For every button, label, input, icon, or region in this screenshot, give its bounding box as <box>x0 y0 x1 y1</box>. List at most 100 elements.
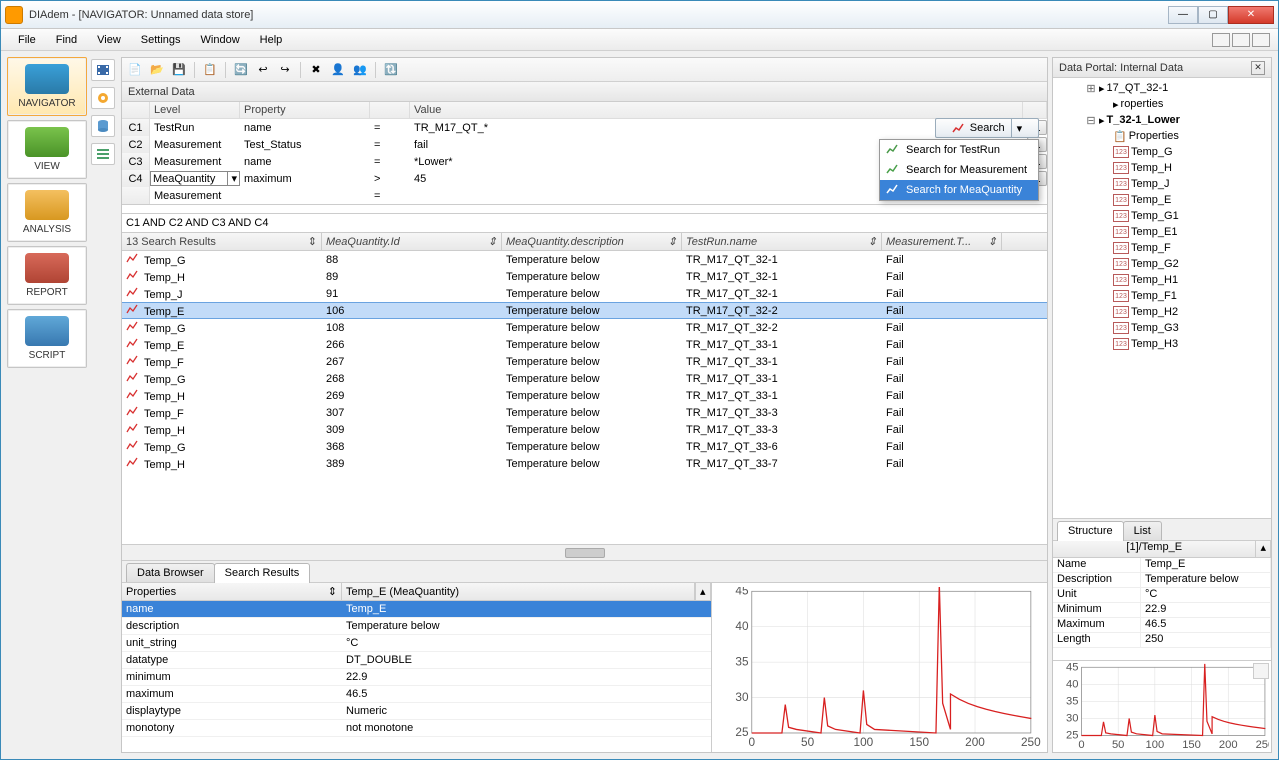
tab-search-results[interactable]: Search Results <box>214 563 311 583</box>
tree-item[interactable]: ▸roperties <box>1055 96 1269 112</box>
result-row[interactable]: Temp_H309Temperature belowTR_M17_QT_33-3… <box>122 421 1047 438</box>
mdi-close-icon[interactable] <box>1252 33 1270 47</box>
nav-script[interactable]: SCRIPT <box>7 309 87 368</box>
tree-item[interactable]: 123Temp_F1 <box>1055 288 1269 304</box>
maximize-button[interactable]: ▢ <box>1198 6 1228 24</box>
scrollbar-icon[interactable]: ▴ <box>695 583 711 600</box>
reload-icon[interactable]: 🔃 <box>382 61 400 79</box>
property-row[interactable]: descriptionTemperature below <box>122 618 711 635</box>
result-row[interactable]: Temp_H89Temperature belowTR_M17_QT_32-1F… <box>122 268 1047 285</box>
result-row[interactable]: Temp_G108Temperature belowTR_M17_QT_32-2… <box>122 319 1047 336</box>
result-row[interactable]: Temp_E266Temperature belowTR_M17_QT_33-1… <box>122 336 1047 353</box>
tree-item[interactable]: 123Temp_G2 <box>1055 256 1269 272</box>
dp-property-row[interactable]: Unit°C <box>1053 588 1271 603</box>
tree-item[interactable]: 📋Properties <box>1055 128 1269 144</box>
dp-property-row[interactable]: Length250 <box>1053 633 1271 648</box>
menu-find[interactable]: Find <box>47 32 86 48</box>
nav-view[interactable]: VIEW <box>7 120 87 179</box>
forward-icon[interactable]: ↪ <box>276 61 294 79</box>
tree-item[interactable]: 123Temp_G1 <box>1055 208 1269 224</box>
dp-property-row[interactable]: DescriptionTemperature below <box>1053 573 1271 588</box>
users-icon[interactable]: 👥 <box>351 61 369 79</box>
open-icon[interactable]: 📂 <box>148 61 166 79</box>
tree-item[interactable]: 123Temp_H2 <box>1055 304 1269 320</box>
mdi-restore-icon[interactable] <box>1232 33 1250 47</box>
scrollbar-icon[interactable]: ▴ <box>1256 541 1271 557</box>
back-icon[interactable]: ↩ <box>254 61 272 79</box>
result-row[interactable]: Temp_H269Temperature belowTR_M17_QT_33-1… <box>122 387 1047 404</box>
property-row[interactable]: minimum22.9 <box>122 669 711 686</box>
tree-item[interactable]: 123Temp_H1 <box>1055 272 1269 288</box>
chevron-down-icon[interactable]: ▾ <box>227 172 237 185</box>
result-row[interactable]: Temp_E106Temperature belowTR_M17_QT_32-2… <box>122 302 1047 319</box>
search-menu-item[interactable]: Search for TestRun <box>880 140 1038 160</box>
dp-property-row[interactable]: NameTemp_E <box>1053 558 1271 573</box>
save-icon[interactable]: 💾 <box>170 61 188 79</box>
result-row[interactable]: Temp_F307Temperature belowTR_M17_QT_33-3… <box>122 404 1047 421</box>
tree-item[interactable]: 123Temp_F <box>1055 240 1269 256</box>
tree-item[interactable]: 123Temp_J <box>1055 176 1269 192</box>
col-meas[interactable]: Measurement.T...⇕ <box>882 233 1002 250</box>
tree-item[interactable]: ⊞▸17_QT_32-1 <box>1055 80 1269 96</box>
result-row[interactable]: Temp_H389Temperature belowTR_M17_QT_33-7… <box>122 455 1047 472</box>
tab-list[interactable]: List <box>1123 521 1162 540</box>
result-row[interactable]: Temp_G88Temperature belowTR_M17_QT_32-1F… <box>122 251 1047 268</box>
tree-item[interactable]: 123Temp_G3 <box>1055 320 1269 336</box>
result-row[interactable]: Temp_G368Temperature belowTR_M17_QT_33-6… <box>122 438 1047 455</box>
cancel-icon[interactable]: ✖ <box>307 61 325 79</box>
tree-item[interactable]: 123Temp_H <box>1055 160 1269 176</box>
search-menu-item[interactable]: Search for MeaQuantity <box>880 180 1038 200</box>
chevron-down-icon[interactable]: ▾ <box>1011 119 1023 137</box>
gear-icon[interactable] <box>91 87 115 109</box>
close-panel-icon[interactable]: ✕ <box>1251 61 1265 75</box>
tree-item[interactable]: ⊟▸T_32-1_Lower <box>1055 112 1269 128</box>
search-button[interactable]: Search ▾ <box>935 118 1039 138</box>
result-row[interactable]: Temp_F267Temperature belowTR_M17_QT_33-1… <box>122 353 1047 370</box>
tree-item[interactable]: 123Temp_E <box>1055 192 1269 208</box>
col-testrun[interactable]: TestRun.name⇕ <box>682 233 882 250</box>
tree-item[interactable]: 123Temp_H3 <box>1055 336 1269 352</box>
film-icon[interactable] <box>91 59 115 81</box>
property-row[interactable]: monotonynot monotone <box>122 720 711 737</box>
menu-window[interactable]: Window <box>192 32 249 48</box>
mdi-minimize-icon[interactable] <box>1212 33 1230 47</box>
refresh-icon[interactable]: 🔄 <box>232 61 250 79</box>
result-row[interactable]: Temp_G268Temperature belowTR_M17_QT_33-1… <box>122 370 1047 387</box>
tab-data-browser[interactable]: Data Browser <box>126 563 215 582</box>
tree-view[interactable]: ⊞▸17_QT_32-1▸roperties⊟▸T_32-1_Lower📋Pro… <box>1053 78 1271 518</box>
col-desc[interactable]: MeaQuantity.description⇕ <box>502 233 682 250</box>
menu-file[interactable]: File <box>9 32 45 48</box>
property-row[interactable]: nameTemp_E <box>122 601 711 618</box>
close-button[interactable]: ✕ <box>1228 6 1274 24</box>
tree-item[interactable]: 123Temp_G <box>1055 144 1269 160</box>
horizontal-scrollbar[interactable] <box>122 544 1047 560</box>
speaker-icon[interactable] <box>1253 663 1269 679</box>
menu-settings[interactable]: Settings <box>132 32 190 48</box>
nav-analysis[interactable]: ANALYSIS <box>7 183 87 242</box>
property-row[interactable]: maximum46.5 <box>122 686 711 703</box>
menu-help[interactable]: Help <box>251 32 292 48</box>
new-icon[interactable]: 📄 <box>126 61 144 79</box>
tab-structure[interactable]: Structure <box>1057 521 1124 541</box>
dp-property-row[interactable]: Minimum22.9 <box>1053 603 1271 618</box>
menu-view[interactable]: View <box>88 32 130 48</box>
tree-item[interactable]: 123Temp_E1 <box>1055 224 1269 240</box>
list-icon[interactable] <box>91 143 115 165</box>
property-row[interactable]: datatypeDT_DOUBLE <box>122 652 711 669</box>
logic-expression[interactable]: C1 AND C2 AND C3 AND C4 <box>122 213 1047 233</box>
paste-icon[interactable]: 📋 <box>201 61 219 79</box>
minimize-button[interactable]: — <box>1168 6 1198 24</box>
search-menu-item[interactable]: Search for Measurement <box>880 160 1038 180</box>
level-dropdown[interactable]: MeaQuantity▾ <box>150 171 240 186</box>
property-row[interactable]: unit_string°C <box>122 635 711 652</box>
results-count[interactable]: 13 Search Results⇕ <box>122 233 322 250</box>
props-col-key[interactable]: Properties⇕ <box>122 583 342 600</box>
nav-navigator[interactable]: NAVIGATOR <box>7 57 87 116</box>
col-id[interactable]: MeaQuantity.Id⇕ <box>322 233 502 250</box>
nav-report[interactable]: REPORT <box>7 246 87 305</box>
property-row[interactable]: displaytypeNumeric <box>122 703 711 720</box>
criteria-row[interactable]: C1TestRunname=TR_M17_QT_*... <box>122 119 1047 136</box>
user-icon[interactable]: 👤 <box>329 61 347 79</box>
result-row[interactable]: Temp_J91Temperature belowTR_M17_QT_32-1F… <box>122 285 1047 302</box>
dp-property-row[interactable]: Maximum46.5 <box>1053 618 1271 633</box>
